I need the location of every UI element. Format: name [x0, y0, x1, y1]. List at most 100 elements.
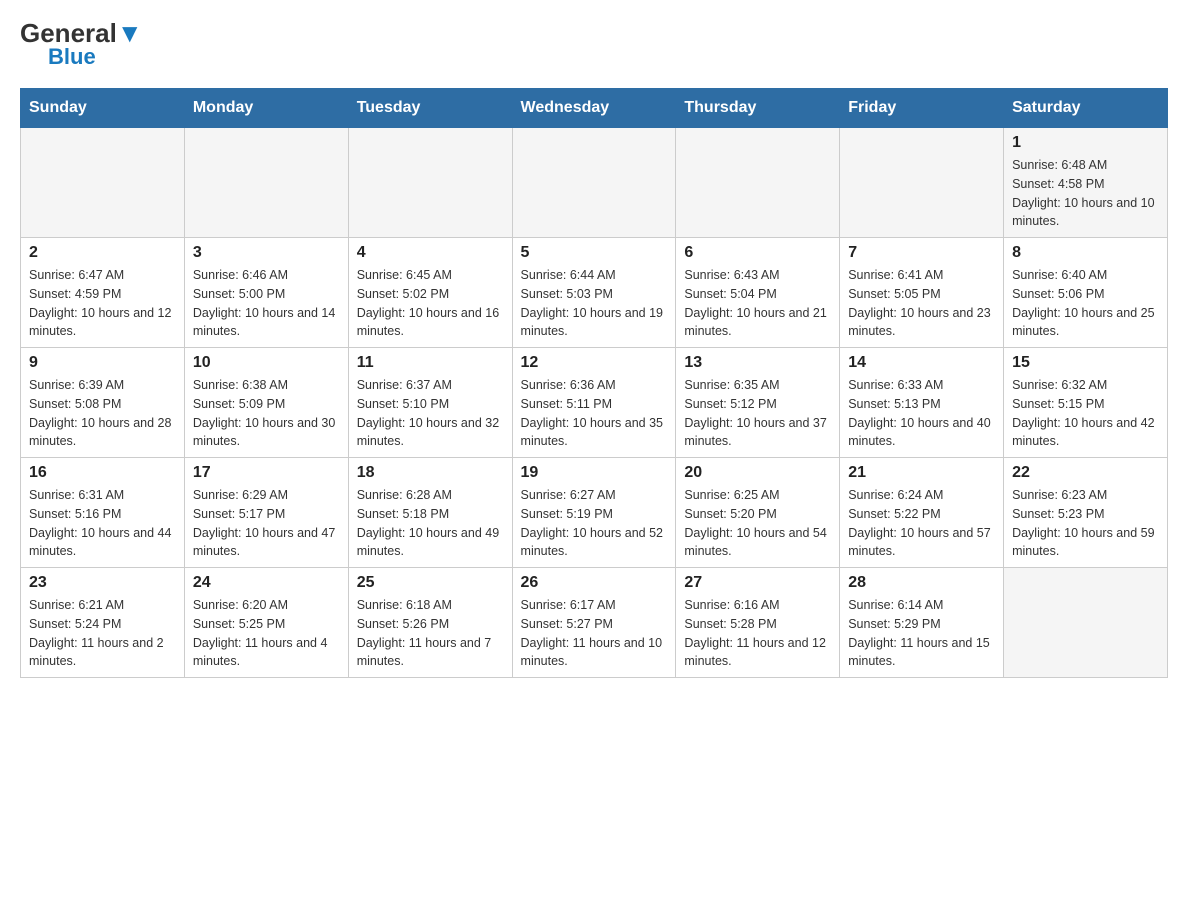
day-info: Sunrise: 6:16 AMSunset: 5:28 PMDaylight:… [684, 596, 831, 671]
calendar-header: SundayMondayTuesdayWednesdayThursdayFrid… [21, 89, 1168, 128]
day-info: Sunrise: 6:44 AMSunset: 5:03 PMDaylight:… [521, 266, 668, 341]
day-info: Sunrise: 6:36 AMSunset: 5:11 PMDaylight:… [521, 376, 668, 451]
day-number: 6 [684, 244, 831, 262]
day-number: 27 [684, 574, 831, 592]
day-cell: 11 Sunrise: 6:37 AMSunset: 5:10 PMDayligh… [348, 348, 512, 458]
day-number: 19 [521, 464, 668, 482]
day-number: 11 [357, 354, 504, 372]
day-info: Sunrise: 6:47 AMSunset: 4:59 PMDaylight:… [29, 266, 176, 341]
day-header-monday: Monday [184, 89, 348, 128]
day-info: Sunrise: 6:17 AMSunset: 5:27 PMDaylight:… [521, 596, 668, 671]
day-number: 25 [357, 574, 504, 592]
day-number: 22 [1012, 464, 1159, 482]
day-cell: 19 Sunrise: 6:27 AMSunset: 5:19 PMDayligh… [512, 458, 676, 568]
day-cell [21, 128, 185, 238]
day-number: 1 [1012, 134, 1159, 152]
page-header: General▼ Blue [20, 20, 1168, 68]
day-number: 17 [193, 464, 340, 482]
day-cell [1004, 568, 1168, 678]
day-cell: 23 Sunrise: 6:21 AMSunset: 5:24 PMDayligh… [21, 568, 185, 678]
day-cell: 14 Sunrise: 6:33 AMSunset: 5:13 PMDayligh… [840, 348, 1004, 458]
day-number: 14 [848, 354, 995, 372]
day-cell: 21 Sunrise: 6:24 AMSunset: 5:22 PMDayligh… [840, 458, 1004, 568]
days-of-week-row: SundayMondayTuesdayWednesdayThursdayFrid… [21, 89, 1168, 128]
day-info: Sunrise: 6:41 AMSunset: 5:05 PMDaylight:… [848, 266, 995, 341]
day-number: 26 [521, 574, 668, 592]
day-cell: 27 Sunrise: 6:16 AMSunset: 5:28 PMDayligh… [676, 568, 840, 678]
day-number: 8 [1012, 244, 1159, 262]
day-number: 12 [521, 354, 668, 372]
day-number: 5 [521, 244, 668, 262]
day-info: Sunrise: 6:24 AMSunset: 5:22 PMDaylight:… [848, 486, 995, 561]
day-cell: 16 Sunrise: 6:31 AMSunset: 5:16 PMDayligh… [21, 458, 185, 568]
day-cell: 5 Sunrise: 6:44 AMSunset: 5:03 PMDaylight… [512, 238, 676, 348]
day-cell: 28Sunrise: 6:14 AMSunset: 5:29 PMDayligh… [840, 568, 1004, 678]
day-info: Sunrise: 6:20 AMSunset: 5:25 PMDaylight:… [193, 596, 340, 671]
day-cell [184, 128, 348, 238]
day-cell: 17Sunrise: 6:29 AMSunset: 5:17 PMDayligh… [184, 458, 348, 568]
day-number: 28 [848, 574, 995, 592]
day-number: 10 [193, 354, 340, 372]
day-cell: 4 Sunrise: 6:45 AMSunset: 5:02 PMDaylight… [348, 238, 512, 348]
day-header-friday: Friday [840, 89, 1004, 128]
day-number: 18 [357, 464, 504, 482]
day-number: 3 [193, 244, 340, 262]
day-number: 23 [29, 574, 176, 592]
day-header-sunday: Sunday [21, 89, 185, 128]
day-info: Sunrise: 6:28 AMSunset: 5:18 PMDaylight:… [357, 486, 504, 561]
day-cell: 2Sunrise: 6:47 AMSunset: 4:59 PMDaylight… [21, 238, 185, 348]
day-info: Sunrise: 6:33 AMSunset: 5:13 PMDaylight:… [848, 376, 995, 451]
day-cell [840, 128, 1004, 238]
day-header-wednesday: Wednesday [512, 89, 676, 128]
day-cell: 15Sunrise: 6:32 AMSunset: 5:15 PMDayligh… [1004, 348, 1168, 458]
day-cell: 20 Sunrise: 6:25 AMSunset: 5:20 PMDayligh… [676, 458, 840, 568]
day-cell: 1 Sunrise: 6:48 AMSunset: 4:58 PMDaylight… [1004, 128, 1168, 238]
day-cell: 3 Sunrise: 6:46 AMSunset: 5:00 PMDaylight… [184, 238, 348, 348]
day-info: Sunrise: 6:46 AMSunset: 5:00 PMDaylight:… [193, 266, 340, 341]
day-info: Sunrise: 6:39 AMSunset: 5:08 PMDaylight:… [29, 376, 176, 451]
day-cell: 25Sunrise: 6:18 AMSunset: 5:26 PMDayligh… [348, 568, 512, 678]
day-cell: 9 Sunrise: 6:39 AMSunset: 5:08 PMDaylight… [21, 348, 185, 458]
week-row-3: 9 Sunrise: 6:39 AMSunset: 5:08 PMDaylight… [21, 348, 1168, 458]
day-number: 24 [193, 574, 340, 592]
logo: General▼ Blue [20, 20, 143, 68]
day-number: 15 [1012, 354, 1159, 372]
day-info: Sunrise: 6:43 AMSunset: 5:04 PMDaylight:… [684, 266, 831, 341]
day-number: 13 [684, 354, 831, 372]
day-number: 9 [29, 354, 176, 372]
day-info: Sunrise: 6:35 AMSunset: 5:12 PMDaylight:… [684, 376, 831, 451]
day-number: 21 [848, 464, 995, 482]
logo-arrow: ▼ [117, 18, 143, 48]
day-info: Sunrise: 6:23 AMSunset: 5:23 PMDaylight:… [1012, 486, 1159, 561]
day-info: Sunrise: 6:31 AMSunset: 5:16 PMDaylight:… [29, 486, 176, 561]
day-number: 7 [848, 244, 995, 262]
day-cell [676, 128, 840, 238]
day-info: Sunrise: 6:25 AMSunset: 5:20 PMDaylight:… [684, 486, 831, 561]
week-row-1: 1 Sunrise: 6:48 AMSunset: 4:58 PMDaylight… [21, 128, 1168, 238]
day-cell: 26 Sunrise: 6:17 AMSunset: 5:27 PMDayligh… [512, 568, 676, 678]
week-row-4: 16 Sunrise: 6:31 AMSunset: 5:16 PMDayligh… [21, 458, 1168, 568]
day-number: 20 [684, 464, 831, 482]
day-info: Sunrise: 6:38 AMSunset: 5:09 PMDaylight:… [193, 376, 340, 451]
day-cell: 18 Sunrise: 6:28 AMSunset: 5:18 PMDayligh… [348, 458, 512, 568]
day-cell: 10 Sunrise: 6:38 AMSunset: 5:09 PMDayligh… [184, 348, 348, 458]
calendar-body: 1 Sunrise: 6:48 AMSunset: 4:58 PMDaylight… [21, 128, 1168, 678]
day-info: Sunrise: 6:48 AMSunset: 4:58 PMDaylight:… [1012, 156, 1159, 231]
day-header-saturday: Saturday [1004, 89, 1168, 128]
day-info: Sunrise: 6:21 AMSunset: 5:24 PMDaylight:… [29, 596, 176, 671]
day-info: Sunrise: 6:27 AMSunset: 5:19 PMDaylight:… [521, 486, 668, 561]
week-row-2: 2Sunrise: 6:47 AMSunset: 4:59 PMDaylight… [21, 238, 1168, 348]
day-number: 4 [357, 244, 504, 262]
day-number: 16 [29, 464, 176, 482]
day-cell: 6 Sunrise: 6:43 AMSunset: 5:04 PMDaylight… [676, 238, 840, 348]
day-cell: 7 Sunrise: 6:41 AMSunset: 5:05 PMDaylight… [840, 238, 1004, 348]
day-header-thursday: Thursday [676, 89, 840, 128]
day-info: Sunrise: 6:37 AMSunset: 5:10 PMDaylight:… [357, 376, 504, 451]
day-cell: 13 Sunrise: 6:35 AMSunset: 5:12 PMDayligh… [676, 348, 840, 458]
day-header-tuesday: Tuesday [348, 89, 512, 128]
day-info: Sunrise: 6:45 AMSunset: 5:02 PMDaylight:… [357, 266, 504, 341]
logo-general-text: General▼ [20, 20, 143, 46]
day-cell: 8Sunrise: 6:40 AMSunset: 5:06 PMDaylight… [1004, 238, 1168, 348]
logo-blue-text: Blue [48, 46, 96, 68]
calendar-table: SundayMondayTuesdayWednesdayThursdayFrid… [20, 88, 1168, 678]
